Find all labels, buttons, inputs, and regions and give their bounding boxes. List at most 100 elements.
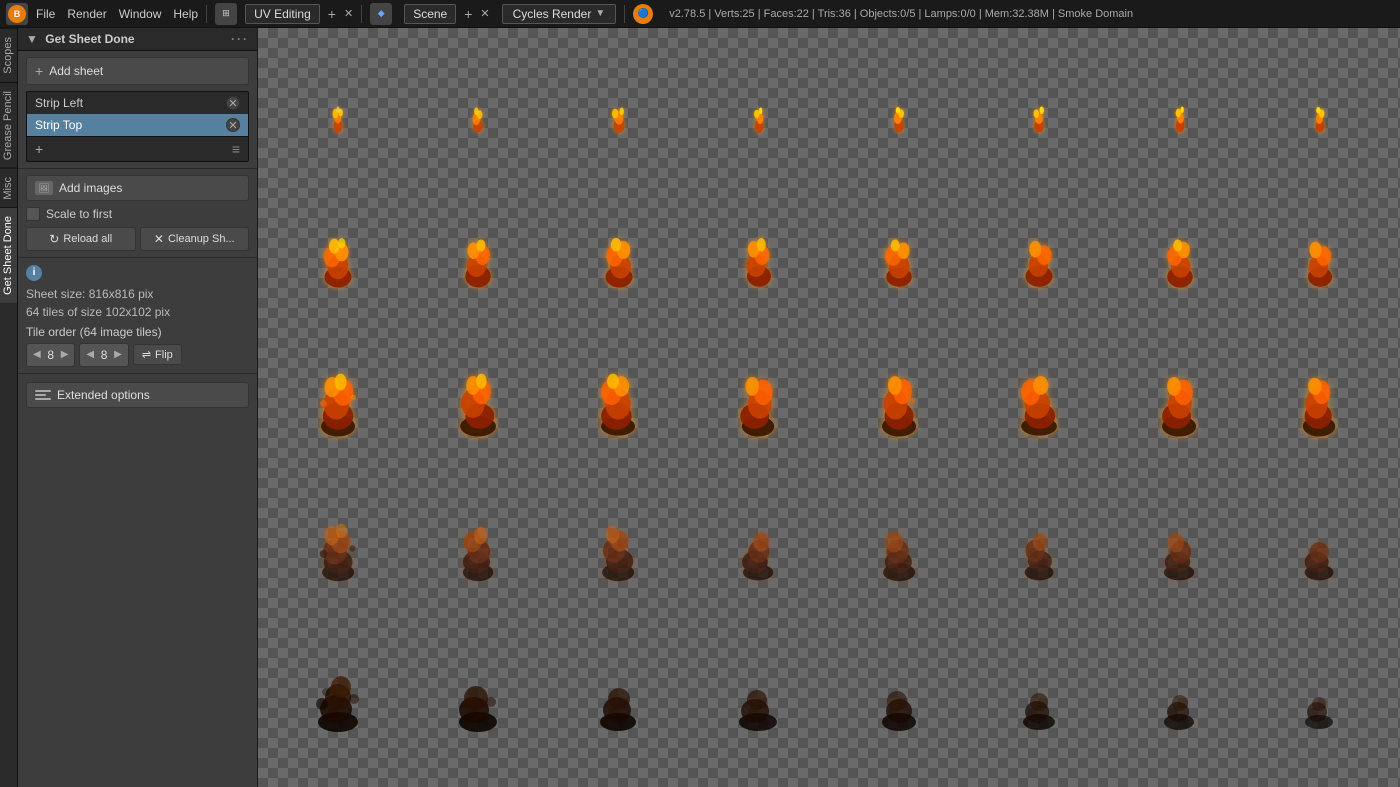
reload-all-button[interactable]: ↻ Reload all	[26, 227, 136, 251]
fire-sprite	[313, 88, 363, 151]
sprite-cell-2-1	[408, 336, 548, 480]
cols-decrease-button[interactable]: ◀	[31, 349, 43, 360]
tab-misc[interactable]: Misc	[0, 168, 17, 208]
close-workspace-button[interactable]: ✕	[344, 7, 353, 20]
fire-sprite	[453, 88, 503, 151]
workspace-selector[interactable]: UV Editing	[245, 4, 320, 24]
sprite-cell-0-6	[1110, 48, 1250, 192]
sheet-size-text: Sheet size: 816x816 pix	[26, 285, 249, 303]
add-strip-button[interactable]: +	[35, 141, 43, 157]
fire-sprite	[1147, 510, 1212, 593]
sprite-cell-1-2	[549, 192, 689, 336]
fire-sprite	[1147, 368, 1212, 446]
fire-sprite	[446, 510, 511, 593]
sprite-cell-2-4	[829, 336, 969, 480]
strip-options-button[interactable]: ≡	[232, 141, 240, 157]
main-layout: Scopes Grease Pencil Misc Get Sheet Done…	[0, 28, 1400, 787]
strip-list: Strip Left ✕ Strip Top ✕ + ≡	[26, 91, 249, 162]
fire-sprite	[1295, 88, 1345, 151]
strip-item-top[interactable]: Strip Top ✕	[27, 114, 248, 136]
fire-sprite	[1287, 654, 1352, 737]
fire-sprite	[729, 227, 789, 300]
menu-window[interactable]: Window	[119, 7, 162, 21]
sprite-cell-2-2	[549, 336, 689, 480]
fire-sprite	[726, 654, 791, 737]
sprite-cell-3-1	[408, 479, 548, 623]
tile-cols-value: 8	[43, 348, 59, 362]
sprite-cell-4-7	[1250, 623, 1390, 767]
blender-icon: B	[6, 3, 28, 25]
fire-sprite	[1290, 227, 1350, 300]
remove-strip-top-button[interactable]: ✕	[226, 118, 240, 132]
sprite-cell-3-4	[829, 479, 969, 623]
fire-sprite	[306, 368, 371, 446]
cleanup-icon: ✕	[154, 232, 164, 246]
close-scene-button[interactable]: ✕	[480, 7, 489, 20]
layout-icon[interactable]: ⊞	[215, 3, 237, 25]
tab-get-sheet-done[interactable]: Get Sheet Done	[0, 207, 17, 303]
sprite-cell-4-0	[268, 623, 408, 767]
cols-increase-button[interactable]: ▶	[59, 349, 71, 360]
rows-decrease-button[interactable]: ◀	[84, 349, 96, 360]
ext-line-2	[35, 394, 46, 396]
fire-sprite	[1007, 510, 1072, 593]
uv-editor[interactable]	[258, 28, 1400, 787]
topbar: B File Render Window Help ⊞ UV Editing +…	[0, 0, 1400, 28]
sprite-cell-3-3	[689, 479, 829, 623]
extended-options-button[interactable]: Extended options	[26, 382, 249, 408]
sprite-cell-4-3	[689, 623, 829, 767]
add-images-button[interactable]: 🖼 Add images	[26, 175, 249, 201]
scene-icon: ◆	[370, 3, 392, 25]
sprite-cell-3-5	[969, 479, 1109, 623]
extended-icon	[35, 389, 51, 401]
tab-scopes[interactable]: Scopes	[0, 28, 17, 82]
image-icon: 🖼	[35, 181, 53, 195]
fire-sprite	[1150, 227, 1210, 300]
sprite-cell-0-4	[829, 48, 969, 192]
tab-grease-pencil[interactable]: Grease Pencil	[0, 82, 17, 168]
sprite-cell-3-2	[549, 479, 689, 623]
panel-header: ▼ Get Sheet Done ···	[18, 28, 257, 51]
sprite-cell-1-7	[1250, 192, 1390, 336]
sprite-cell-4-1	[408, 623, 548, 767]
add-scene-button[interactable]: +	[464, 6, 472, 22]
sprite-cell-0-2	[549, 48, 689, 192]
tile-rows-input[interactable]: ◀ 8 ▶	[79, 343, 128, 367]
flip-icon: ⇌	[142, 348, 151, 361]
sprite-cell-3-0	[268, 479, 408, 623]
sprite-cell-1-0	[268, 192, 408, 336]
rows-increase-button[interactable]: ▶	[112, 349, 124, 360]
add-sheet-button[interactable]: + Add sheet	[26, 57, 249, 85]
add-workspace-button[interactable]: +	[328, 6, 336, 22]
fire-sprite	[869, 227, 929, 300]
info-section: i Sheet size: 816x816 pix 64 tiles of si…	[18, 258, 257, 374]
sprite-cell-1-1	[408, 192, 548, 336]
panel-options-button[interactable]: ···	[231, 32, 249, 46]
collapse-triangle[interactable]: ▼	[26, 32, 38, 46]
separator	[206, 5, 207, 23]
menu-render[interactable]: Render	[67, 7, 106, 21]
menu-file[interactable]: File	[36, 7, 55, 21]
sprite-cell-1-5	[969, 192, 1109, 336]
workspace-label: UV Editing	[254, 7, 311, 21]
flip-button[interactable]: ⇌ Flip	[133, 344, 182, 365]
sprite-cell-0-1	[408, 48, 548, 192]
cleanup-button[interactable]: ✕ Cleanup Sh...	[140, 227, 250, 251]
reload-icon: ↻	[49, 232, 59, 246]
sprite-cell-1-6	[1110, 192, 1250, 336]
menu-help[interactable]: Help	[173, 7, 198, 21]
sprite-cell-4-5	[969, 623, 1109, 767]
separator2	[361, 5, 362, 23]
tile-cols-input[interactable]: ◀ 8 ▶	[26, 343, 75, 367]
strip-item-left[interactable]: Strip Left ✕	[27, 92, 248, 114]
ext-line-1	[35, 390, 51, 392]
remove-strip-left-button[interactable]: ✕	[226, 96, 240, 110]
menu-bar: File Render Window Help	[36, 7, 198, 21]
fire-sprite	[446, 654, 511, 737]
fire-sprite	[306, 510, 371, 593]
fire-sprite	[1155, 88, 1205, 151]
scale-to-first-checkbox[interactable]	[26, 207, 40, 221]
scene-selector[interactable]: Scene	[404, 4, 456, 24]
tile-order-row: ◀ 8 ▶ ◀ 8 ▶ ⇌ Flip	[26, 343, 249, 367]
render-engine-selector[interactable]: Cycles Render ▼	[502, 4, 617, 24]
